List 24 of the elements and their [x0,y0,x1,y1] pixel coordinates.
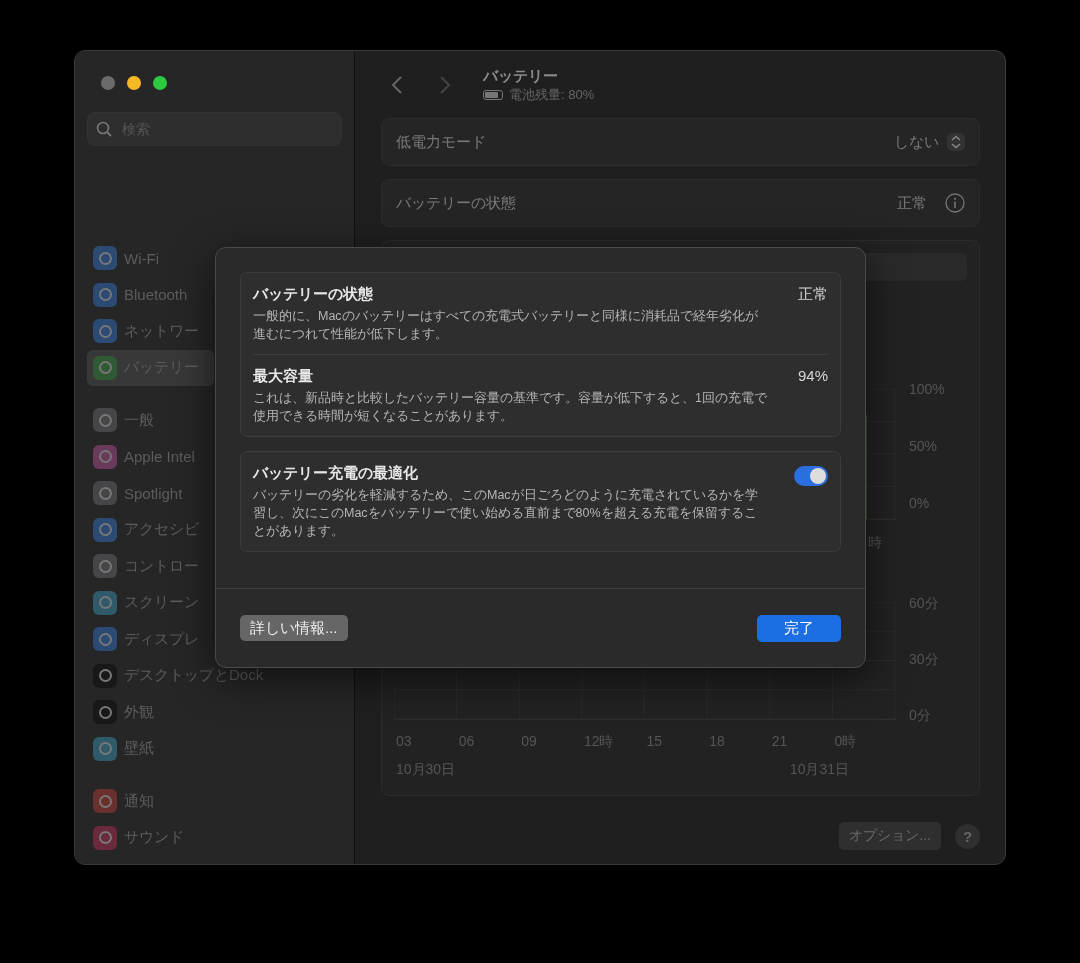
item-description: これは、新品時と比較したバッテリー容量の基準です。容量が低下すると、1回の充電で使用できる時間が短くなることがあります。 [253,390,768,425]
close-button[interactable] [101,76,115,90]
minimize-button[interactable] [127,76,141,90]
row-value: 正常 [897,193,927,213]
page-title: バッテリー [483,66,559,86]
item-value: 94% [797,367,828,386]
item-value: 正常 [798,285,828,304]
zoom-button[interactable] [153,76,167,90]
info-button[interactable] [945,193,965,213]
item-title: バッテリーの状態 [253,285,374,304]
popup-button[interactable]: しない [894,132,939,152]
toggle-switch[interactable] [794,466,828,486]
item-description: バッテリーの劣化を軽減するため、このMacが日ごろどのように充電されているかを学習し、次にこのMacをバッテリーで使い始める直前まで80%を超える充電を保留することがあります。 [253,487,759,540]
done-button[interactable]: 完了 [757,614,841,642]
stepper-icon[interactable] [947,133,965,151]
item-title: 最大容量 [253,367,314,386]
more-info-button[interactable]: 詳しい情報... [240,615,348,641]
row-label: バッテリーの状態 [396,193,517,213]
row-label: 低電力モード [396,132,487,152]
battery-charge-text: 電池残量: 80% [509,85,595,104]
help-button[interactable]: ? [955,823,980,849]
item-title: バッテリー充電の最適化 [253,464,419,483]
item-description: 一般的に、Macのバッテリーはすべての充電式バッテリーと同様に消耗品で経年劣化が進むにつれて性能が低下します。 [253,308,759,343]
battery-icon [483,89,503,100]
